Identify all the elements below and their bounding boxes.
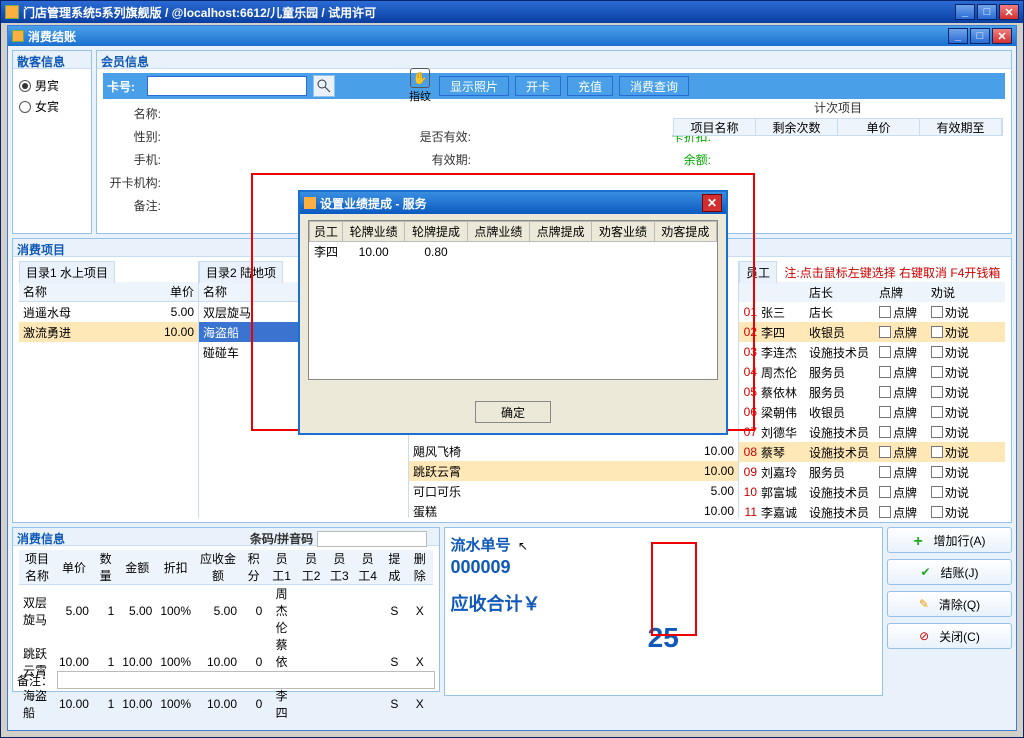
- modal-icon: [304, 197, 316, 209]
- modal-backdrop: 设置业绩提成 - 服务 ✕ 员工轮牌业绩轮牌提成点牌业绩点牌提成劝客业绩劝客提成…: [0, 0, 1024, 738]
- modal-emp-name: 李四: [310, 242, 343, 262]
- commission-modal: 设置业绩提成 - 服务 ✕ 员工轮牌业绩轮牌提成点牌业绩点牌提成劝客业绩劝客提成…: [298, 190, 728, 435]
- modal-ok-button[interactable]: 确定: [475, 401, 551, 423]
- modal-title-text: 设置业绩提成 - 服务: [320, 195, 427, 212]
- modal-close-button[interactable]: ✕: [702, 194, 722, 212]
